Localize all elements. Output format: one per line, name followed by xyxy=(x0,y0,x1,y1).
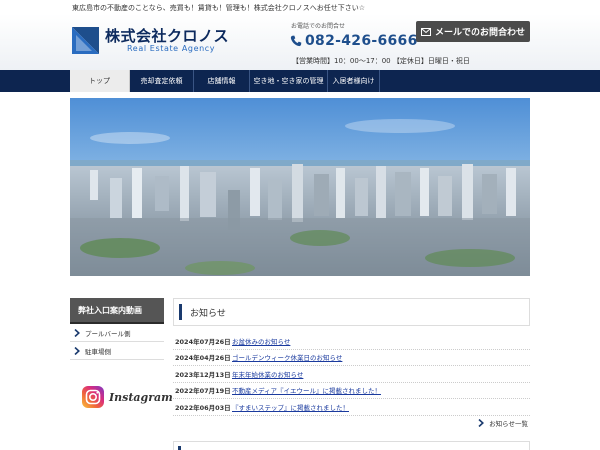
instagram-label: Instagram xyxy=(109,390,173,404)
nav-item-label: 店舗情報 xyxy=(207,77,236,85)
nav-item-tenants[interactable]: 入居者様向け xyxy=(328,70,380,92)
news-date: 2022年07月19日 xyxy=(175,387,231,396)
news-date: 2024年07月26日 xyxy=(175,337,231,346)
nav-item-label: 入居者様向け xyxy=(332,77,375,85)
news-more-link[interactable]: お知らせ一覧 xyxy=(478,418,528,428)
phone-link[interactable]: 082-426-6666 xyxy=(290,33,418,49)
news-date: 2023年12月13日 xyxy=(175,370,231,379)
list-item: 2022年06月03日 『すまいステップ』に掲載されました！ xyxy=(173,399,530,416)
news-link[interactable]: 『すまいステップ』に掲載されました！ xyxy=(232,402,349,412)
nav-item-label: トップ xyxy=(89,77,110,85)
news-link[interactable]: 年末年始休業のお知らせ xyxy=(232,369,303,379)
heading-accent-bar xyxy=(178,446,181,450)
news-section: お知らせ 2024年07月26日 お盆休みのお知らせ 2024年04月26日 ゴ… xyxy=(173,298,530,428)
hero-cityscape-image xyxy=(70,98,530,276)
logo-mark-icon xyxy=(72,26,99,54)
sidebar-item-label: プールバール側 xyxy=(85,329,131,338)
nav-item-label: 売却査定依頼 xyxy=(140,77,183,85)
nav-item-top[interactable]: トップ xyxy=(70,70,130,92)
mail-icon xyxy=(420,27,431,36)
sidebar-heading: 弊社入口案内動画 xyxy=(70,298,164,324)
mail-contact-label: メールでのお問合わせ xyxy=(434,28,525,38)
sidebar-item-parking-side[interactable]: 駐車場側 xyxy=(70,342,164,360)
logo-subtitle: Real Estate Agency xyxy=(127,43,216,53)
list-item: 2024年04月26日 ゴールデンウィーク休業日のお知らせ xyxy=(173,350,530,366)
news-date: 2022年06月03日 xyxy=(175,403,231,412)
business-hours: 【営業時間】10：00～17：00 【定休日】日曜日・祝日 xyxy=(292,57,470,65)
list-item: 2024年07月26日 お盆休みのお知らせ xyxy=(173,333,530,350)
phone-icon xyxy=(290,35,302,47)
news-header: お知らせ xyxy=(173,298,530,326)
mail-contact-button[interactable]: メールでのお問合わせ xyxy=(416,21,530,42)
tel-note: お電話でのお問合せ xyxy=(291,23,346,30)
news-link[interactable]: お盆休みのお知らせ xyxy=(232,336,290,346)
news-link[interactable]: ゴールデンウィーク休業日のお知らせ xyxy=(232,352,342,362)
sidebar-item-label: 駐車場側 xyxy=(85,347,111,356)
nav-item-sale-appraisal[interactable]: 売却査定依頼 xyxy=(130,70,194,92)
nav-item-store-info[interactable]: 店舗情報 xyxy=(194,70,250,92)
chevron-right-icon xyxy=(478,419,485,427)
site-tagline: 東広島市の不動産のことなら、売買も！賃貸も！管理も！株式会社クロノスへお任せ下さ… xyxy=(72,4,366,12)
chevron-right-icon xyxy=(74,328,80,337)
news-link[interactable]: 不動産メディア『イエウール』に掲載されました！ xyxy=(232,385,381,395)
instagram-icon xyxy=(82,386,104,408)
news-title: お知らせ xyxy=(190,308,226,319)
sidebar-item-pool-side[interactable]: プールバール側 xyxy=(70,324,164,342)
chevron-right-icon xyxy=(74,346,80,355)
instagram-link[interactable]: Instagram xyxy=(82,386,173,408)
news-more-label: お知らせ一覧 xyxy=(489,420,528,428)
nav-item-label: 空き地・空き家の管理 xyxy=(253,77,324,85)
phone-number: 082-426-6666 xyxy=(305,33,418,49)
news-date: 2024年04月26日 xyxy=(175,354,231,363)
sidebar: 弊社入口案内動画 プールバール側 駐車場側 xyxy=(70,298,164,360)
news-list: 2024年07月26日 お盆休みのお知らせ 2024年04月26日 ゴールデンウ… xyxy=(173,333,530,416)
heading-accent-bar xyxy=(179,304,182,320)
list-item: 2023年12月13日 年末年始休業のお知らせ xyxy=(173,366,530,383)
next-section-header xyxy=(173,441,530,450)
list-item: 2022年07月19日 不動産メディア『イエウール』に掲載されました！ xyxy=(173,383,530,399)
main-nav: トップ 売却査定依頼 店舗情報 空き地・空き家の管理 入居者様向け xyxy=(0,70,600,92)
company-logo[interactable]: 株式会社クロノス Real Estate Agency xyxy=(72,25,237,55)
nav-item-vacant-management[interactable]: 空き地・空き家の管理 xyxy=(250,70,328,92)
logo-name: 株式会社クロノス xyxy=(105,26,230,45)
